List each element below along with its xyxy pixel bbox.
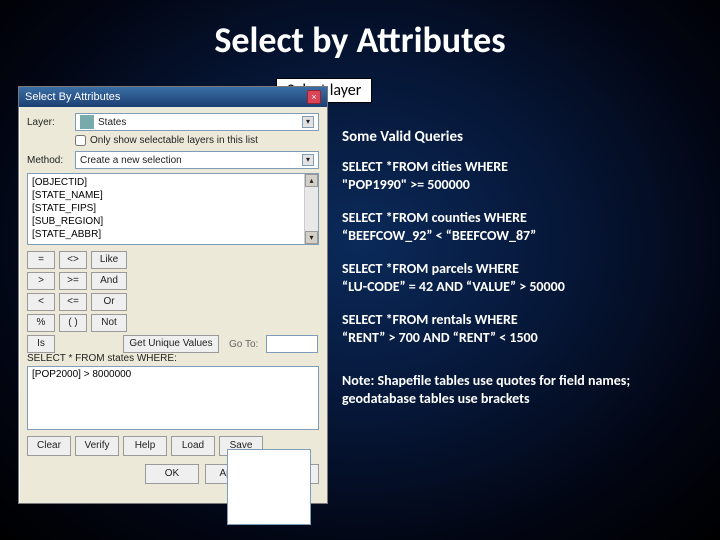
op-is-button[interactable]: Is (27, 335, 55, 353)
layer-label: Layer: (27, 117, 75, 128)
op-gt-button[interactable]: > (27, 272, 55, 290)
op-paren-button[interactable]: ( ) (59, 314, 87, 332)
query-example: SELECT *FROM parcels WHERE “LU-CODE” = 4… (342, 260, 690, 295)
close-icon[interactable]: × (307, 90, 321, 104)
layer-value: States (98, 117, 126, 128)
method-value: Create a new selection (80, 155, 182, 166)
layer-combobox[interactable]: States ▾ (75, 113, 319, 131)
list-item[interactable]: [OBJECTID] (32, 176, 314, 189)
dialog-title: Select By Attributes (25, 91, 120, 103)
help-button[interactable]: Help (123, 436, 167, 456)
chevron-down-icon[interactable]: ▾ (302, 154, 314, 166)
op-and-button[interactable]: And (91, 272, 127, 290)
goto-input[interactable] (266, 335, 318, 353)
method-combobox[interactable]: Create a new selection ▾ (75, 151, 319, 169)
ok-button[interactable]: OK (145, 464, 199, 484)
query-example: SELECT *FROM counties WHERE “BEEFCOW_92”… (342, 209, 690, 244)
op-not-button[interactable]: Not (91, 314, 127, 332)
queries-panel: Some Valid Queries SELECT *FROM cities W… (342, 128, 690, 407)
goto-label: Go To: (229, 339, 258, 350)
list-item[interactable]: [SUB_REGION] (32, 215, 314, 228)
note-text: Note: Shapefile tables use quotes for fi… (342, 372, 690, 407)
only-selectable-label: Only show selectable layers in this list (90, 135, 258, 146)
op-le-button[interactable]: <= (59, 293, 87, 311)
get-unique-values-button[interactable]: Get Unique Values (123, 335, 219, 353)
list-item[interactable]: [STATE_ABBR] (32, 228, 314, 241)
unique-values-list[interactable] (227, 449, 311, 525)
scroll-down-icon[interactable]: ▾ (305, 231, 318, 244)
load-button[interactable]: Load (171, 436, 215, 456)
field-list[interactable]: [OBJECTID] [STATE_NAME] [STATE_FIPS] [SU… (27, 173, 319, 245)
op-like-button[interactable]: Like (91, 251, 127, 269)
select-by-attributes-dialog: Select By Attributes × Layer: States ▾ O… (18, 86, 328, 504)
only-selectable-checkbox[interactable]: Only show selectable layers in this list (75, 135, 319, 146)
layer-icon (80, 115, 94, 129)
chevron-down-icon[interactable]: ▾ (302, 116, 314, 128)
only-selectable-input[interactable] (75, 135, 86, 146)
sql-header: SELECT * FROM states WHERE: (27, 353, 319, 364)
op-or-button[interactable]: Or (91, 293, 127, 311)
clear-button[interactable]: Clear (27, 436, 71, 456)
slide-title: Select by Attributes (0, 18, 720, 62)
op-lt-button[interactable]: < (27, 293, 55, 311)
scroll-up-icon[interactable]: ▴ (305, 174, 318, 187)
queries-header: Some Valid Queries (342, 128, 690, 146)
query-example: SELECT *FROM rentals WHERE “RENT” > 700 … (342, 311, 690, 346)
op-ne-button[interactable]: <> (59, 251, 87, 269)
op-eq-button[interactable]: = (27, 251, 55, 269)
scrollbar[interactable]: ▴ ▾ (304, 174, 318, 244)
query-example: SELECT *FROM cities WHERE "POP1990" >= 5… (342, 158, 690, 193)
op-pct-button[interactable]: % (27, 314, 55, 332)
method-label: Method: (27, 155, 75, 166)
dialog-titlebar[interactable]: Select By Attributes × (19, 87, 327, 107)
op-ge-button[interactable]: >= (59, 272, 87, 290)
list-item[interactable]: [STATE_FIPS] (32, 202, 314, 215)
sql-textarea[interactable]: [POP2000] > 8000000 (27, 366, 319, 430)
list-item[interactable]: [STATE_NAME] (32, 189, 314, 202)
verify-button[interactable]: Verify (75, 436, 119, 456)
